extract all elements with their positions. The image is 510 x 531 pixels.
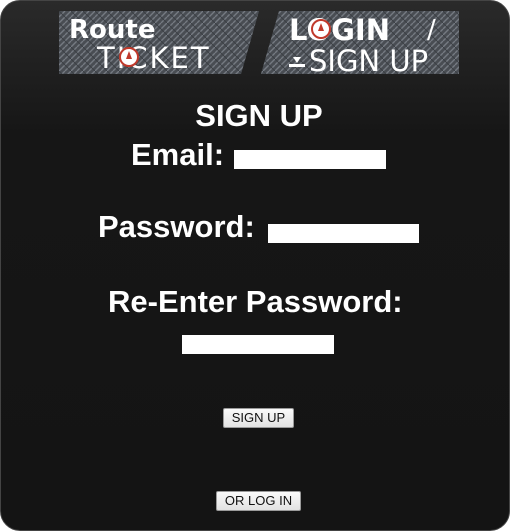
app-window: Route TICKET LOGIN / SIGN UP SIGN UP Ema… — [0, 0, 510, 531]
page-title: SIGN UP — [195, 98, 323, 133]
login-link-button[interactable]: OR LOG IN — [216, 491, 301, 511]
reenter-password-label: Re-Enter Password: — [108, 284, 403, 319]
password-label: Password: — [98, 209, 255, 244]
email-field[interactable] — [234, 150, 386, 169]
email-label: Email: — [131, 137, 225, 172]
password-field[interactable] — [268, 224, 419, 243]
signup-form: SIGN UP Email: Password: Re-Enter Passwo… — [1, 1, 509, 530]
signup-button[interactable]: SIGN UP — [223, 408, 294, 428]
reenter-password-field[interactable] — [182, 335, 334, 354]
